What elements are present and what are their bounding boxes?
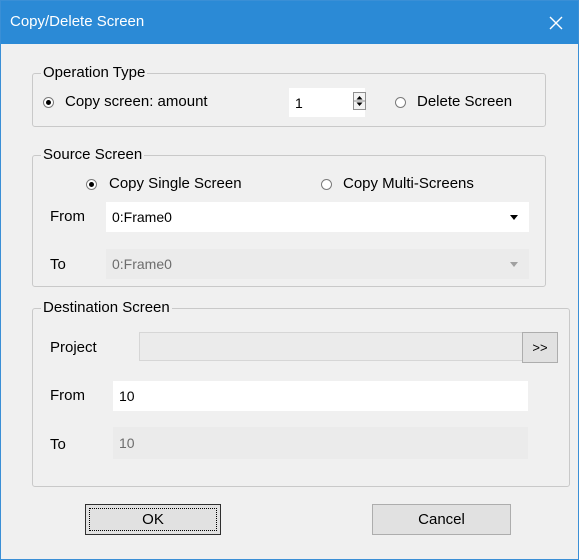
- ok-button[interactable]: OK: [85, 504, 221, 535]
- copy-amount-spinner[interactable]: [353, 92, 366, 110]
- copy-single-screen-radio[interactable]: [86, 179, 97, 190]
- destination-screen-legend: Destination Screen: [41, 299, 172, 317]
- source-screen-group: Source Screen Copy Single Screen Copy Mu…: [32, 146, 546, 287]
- copy-multi-screens-label[interactable]: Copy Multi-Screens: [343, 175, 474, 193]
- destination-from-value: 10: [119, 388, 135, 404]
- operation-type-group: Operation Type Copy screen: amount 1 Del…: [32, 64, 546, 127]
- destination-from-label: From: [50, 387, 85, 404]
- source-from-label: From: [50, 208, 85, 225]
- copy-screen-radio[interactable]: [43, 97, 54, 108]
- source-to-select[interactable]: 0:Frame0: [106, 249, 529, 279]
- destination-to-field[interactable]: 10: [113, 427, 528, 459]
- destination-to-label: To: [50, 436, 66, 453]
- cancel-label: Cancel: [418, 511, 465, 528]
- destination-screen-group: Destination Screen Project >> From 10 To…: [32, 299, 570, 487]
- close-button[interactable]: [534, 1, 578, 44]
- chevron-down-icon: [510, 215, 518, 220]
- source-from-select[interactable]: 0:Frame0: [106, 202, 529, 232]
- project-label: Project: [50, 339, 97, 356]
- source-screen-legend: Source Screen: [41, 146, 145, 164]
- window-title: Copy/Delete Screen: [10, 13, 145, 30]
- cancel-button[interactable]: Cancel: [372, 504, 511, 535]
- source-to-label: To: [50, 256, 66, 273]
- project-field[interactable]: [139, 332, 539, 361]
- close-icon: [549, 16, 563, 29]
- spinner-icon: [354, 96, 365, 106]
- delete-screen-radio[interactable]: [395, 97, 406, 108]
- copy-amount-value: 1: [295, 94, 303, 111]
- copy-screen-label[interactable]: Copy screen: amount: [65, 93, 208, 111]
- chevron-down-icon: [510, 262, 518, 267]
- copy-single-screen-label[interactable]: Copy Single Screen: [109, 175, 242, 193]
- destination-from-input[interactable]: 10: [113, 381, 528, 411]
- browse-project-label: >>: [532, 340, 548, 355]
- source-from-value: 0:Frame0: [112, 209, 172, 225]
- copy-delete-screen-dialog: Copy/Delete Screen Operation Type Copy s…: [0, 0, 579, 560]
- source-to-value: 0:Frame0: [112, 256, 172, 272]
- title-bar[interactable]: Copy/Delete Screen: [1, 1, 578, 44]
- ok-focus-rect: [89, 508, 217, 531]
- browse-project-button[interactable]: >>: [522, 332, 558, 363]
- destination-to-value: 10: [119, 435, 135, 451]
- delete-screen-label[interactable]: Delete Screen: [417, 93, 512, 111]
- operation-type-legend: Operation Type: [41, 64, 148, 82]
- copy-multi-screens-radio[interactable]: [321, 179, 332, 190]
